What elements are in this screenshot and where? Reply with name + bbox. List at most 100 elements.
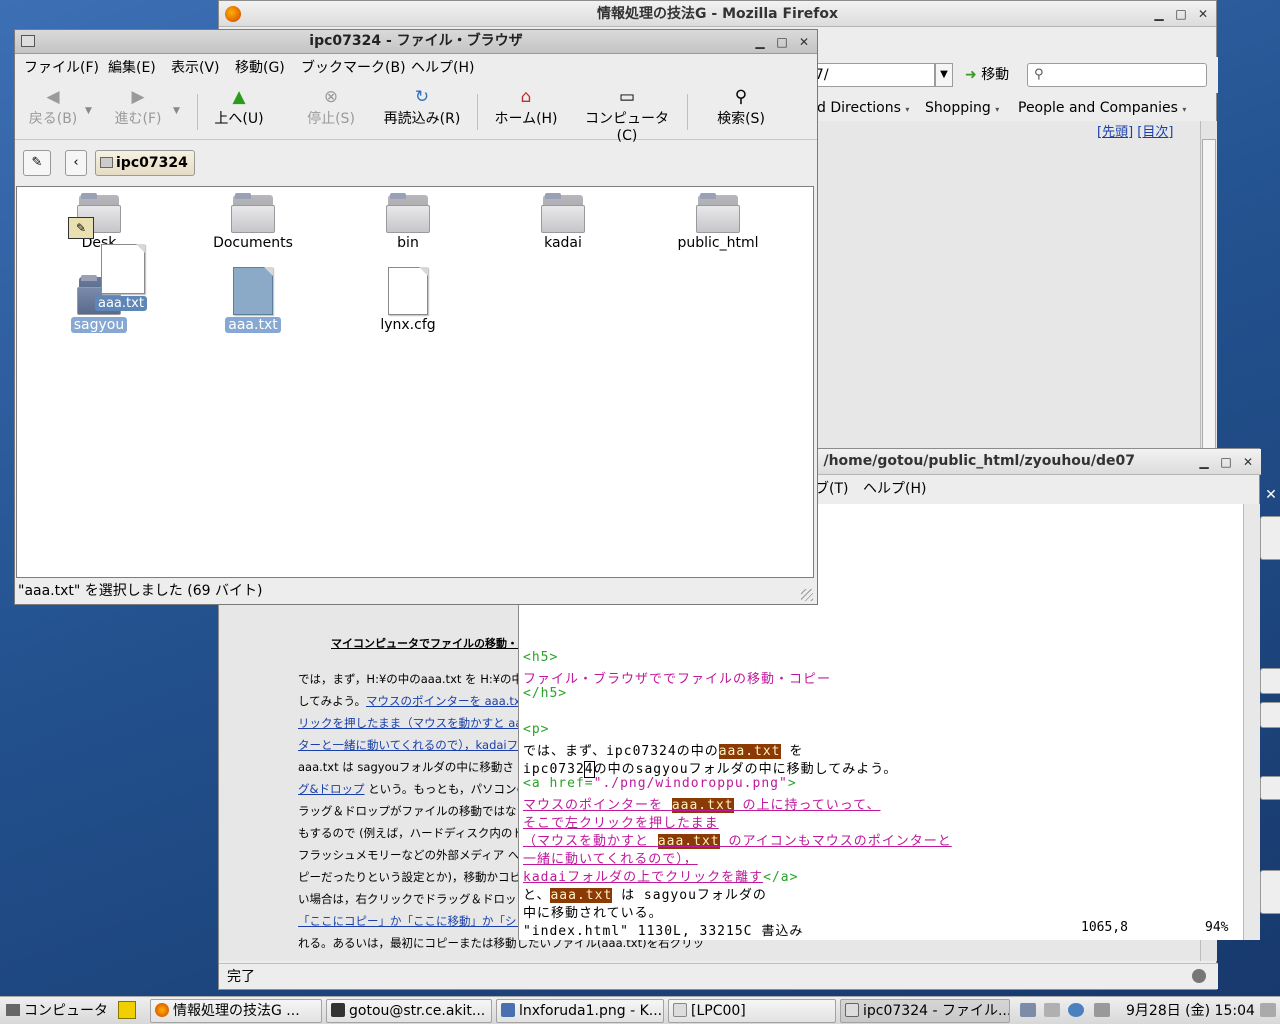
menu-tabs[interactable]: ブ(T) <box>815 476 848 502</box>
go-label: 移動 <box>981 67 1010 83</box>
up-button[interactable]: ▲ 上へ(U) <box>209 88 269 128</box>
search-button[interactable]: ⚲ 検索(S) <box>711 88 771 128</box>
page-line-link[interactable]: リックを押したまま（マウスを動かすと aaa <box>298 716 529 730</box>
toolbar-separator <box>477 94 478 130</box>
folder-kadai[interactable]: kadai <box>503 193 623 251</box>
bookmark-directions[interactable]: d Directions ▾ <box>817 95 909 123</box>
stop-button[interactable]: ⊗ 停止(S) <box>301 88 361 128</box>
network-icon[interactable] <box>1020 1003 1036 1017</box>
page-line-link[interactable]: 「ここにコピー」か「ここに移動」か「ショー <box>298 914 540 928</box>
firefox-icon <box>155 1003 169 1017</box>
scrollbar-thumb[interactable] <box>1202 139 1216 459</box>
menu-help[interactable]: ヘルプ(H) <box>411 55 474 81</box>
update-icon[interactable] <box>1068 1003 1084 1017</box>
folder-icon <box>541 193 585 233</box>
show-desktop-icon[interactable] <box>1260 1003 1276 1017</box>
bookmark-people[interactable]: People and Companies ▾ <box>1018 95 1186 123</box>
minimize-icon[interactable]: ▁ <box>753 35 767 49</box>
terminal-scrollbar[interactable] <box>1243 504 1260 940</box>
folder-icon <box>845 1003 859 1017</box>
firefox-titlebar[interactable]: 情報処理の技法G - Mozilla Firefox ▁ □ ✕ <box>219 1 1216 27</box>
item-label: aaa.txt <box>225 317 281 333</box>
folder-bin[interactable]: bin <box>348 193 468 251</box>
edit-icon: ✎ <box>31 155 43 170</box>
printer-icon[interactable] <box>1044 1003 1060 1017</box>
minimize-icon[interactable]: ▁ <box>1152 7 1166 21</box>
notes-icon[interactable] <box>118 1001 136 1019</box>
close-icon[interactable]: ✕ <box>797 35 811 49</box>
home-icon: ⌂ <box>520 87 532 107</box>
back-history-dropdown[interactable]: ▼ <box>85 106 92 116</box>
folder-public-html[interactable]: public_html <box>658 193 778 251</box>
item-label: public_html <box>677 235 759 251</box>
reload-button[interactable]: ↻ 再読込み(R) <box>381 88 463 128</box>
menu-help[interactable]: ヘルプ(H) <box>863 476 926 502</box>
task-lpc[interactable]: [LPC00] <box>668 999 836 1023</box>
task-terminal[interactable]: gotou@str.ce.akit... <box>326 999 492 1023</box>
folder-desktop[interactable]: Desk <box>39 193 159 251</box>
volume-icon[interactable] <box>1094 1003 1110 1017</box>
task-image-viewer[interactable]: lnxforuda1.png - K... <box>496 999 664 1023</box>
close-icon[interactable]: ✕ <box>1262 484 1280 506</box>
bookmark-label: People and Companies <box>1018 100 1178 116</box>
item-label: kadai <box>544 235 582 251</box>
breadcrumb[interactable]: ipc07324 <box>95 150 195 176</box>
clock[interactable]: 9月28日 (金) 15:04 <box>1126 999 1255 1023</box>
drag-ghost: aaa.txt <box>95 244 151 311</box>
computer-button[interactable]: ▭ コンピュータ(C) <box>577 88 677 144</box>
page-line-link[interactable]: マウスのポインターを aaa.txt <box>366 694 525 708</box>
folder-documents[interactable]: Documents <box>193 193 313 251</box>
back-button[interactable]: ◀ 戻る(B) <box>23 88 83 128</box>
page-line: グ&ドロップ という。もっとも，パソコンの設 <box>298 781 539 797</box>
page-line-link[interactable]: グ&ドロップ <box>298 782 364 796</box>
maximize-icon[interactable]: □ <box>775 35 789 49</box>
file-browser-titlebar[interactable]: ipc07324 - ファイル・ブラウザ ▁ □ ✕ <box>15 30 817 54</box>
task-firefox[interactable]: 情報処理の技法G ... <box>150 999 322 1023</box>
vim-string: "./png/windoroppu.png" <box>593 776 788 791</box>
page-line: aaa.txt は sagyouフォルダの中に移動さ <box>298 759 514 775</box>
forward-button[interactable]: ▶ 進む(F) <box>107 88 169 128</box>
bookmark-shopping[interactable]: Shopping ▾ <box>925 95 999 123</box>
url-input[interactable]: 07/ <box>799 63 935 87</box>
go-button[interactable]: ➜ 移動 <box>965 63 1009 87</box>
link-top[interactable]: [先頭] <box>1097 125 1133 140</box>
path-scroll-left-button[interactable]: ‹ <box>65 150 87 176</box>
toggle-location-entry-button[interactable]: ✎ <box>23 150 51 176</box>
search-icon: ⚲ <box>1034 67 1044 82</box>
minimize-icon[interactable]: ▁ <box>1197 455 1211 469</box>
close-icon[interactable]: ✕ <box>1196 7 1210 21</box>
desktop-emblem-icon: ✎ <box>68 217 94 239</box>
menu-edit[interactable]: 編集(E) <box>108 55 156 81</box>
search-label: 検索(S) <box>717 111 765 127</box>
url-history-dropdown[interactable]: ▼ <box>935 63 953 87</box>
vim-cursor-position: 1065,8 <box>1081 920 1128 935</box>
page-line-link[interactable]: ターと一緒に動いてくれるので），kadaiフ <box>298 738 518 752</box>
menu-bookmarks[interactable]: ブックマーク(B) <box>301 55 406 81</box>
computer-menu[interactable]: コンピュータ <box>6 999 108 1023</box>
vim-line: 中に移動されている。 <box>523 906 663 921</box>
file-browser-title: ipc07324 - ファイル・ブラウザ <box>309 33 523 49</box>
maximize-icon[interactable]: □ <box>1219 455 1233 469</box>
breadcrumb-label: ipc07324 <box>116 155 188 171</box>
vim-text: の上に持っていって、 <box>733 798 881 813</box>
close-icon[interactable]: ✕ <box>1241 455 1255 469</box>
file-lynx-cfg[interactable]: lynx.cfg <box>348 267 468 333</box>
vim-text: は sagyouフォルダの <box>612 888 767 903</box>
forward-history-dropdown[interactable]: ▼ <box>173 106 180 116</box>
menu-view[interactable]: 表示(V) <box>171 55 220 81</box>
task-file-browser[interactable]: ipc07324 - ファイル... <box>840 999 1010 1023</box>
resize-grip[interactable] <box>801 589 813 601</box>
menu-go[interactable]: 移動(G) <box>235 55 285 81</box>
vim-line: 一緒に動いてくれるので）， <box>523 852 698 867</box>
page-line: フラッシュメモリーなどの外部メディア への <box>298 847 531 863</box>
menu-file[interactable]: ファイル(F) <box>24 55 99 81</box>
go-arrow-icon: ➜ <box>965 67 977 83</box>
folder-icon <box>231 193 275 233</box>
maximize-icon[interactable]: □ <box>1174 7 1188 21</box>
search-input[interactable]: ⚲ <box>1027 63 1207 87</box>
page-line: ラッグ＆ドロップがファイルの移動ではなく <box>298 803 528 819</box>
up-arrow-icon: ▲ <box>232 87 246 107</box>
file-aaa-txt[interactable]: aaa.txt <box>193 267 313 333</box>
home-button[interactable]: ⌂ ホーム(H) <box>491 88 561 128</box>
link-contents[interactable]: [目次] <box>1137 125 1173 140</box>
